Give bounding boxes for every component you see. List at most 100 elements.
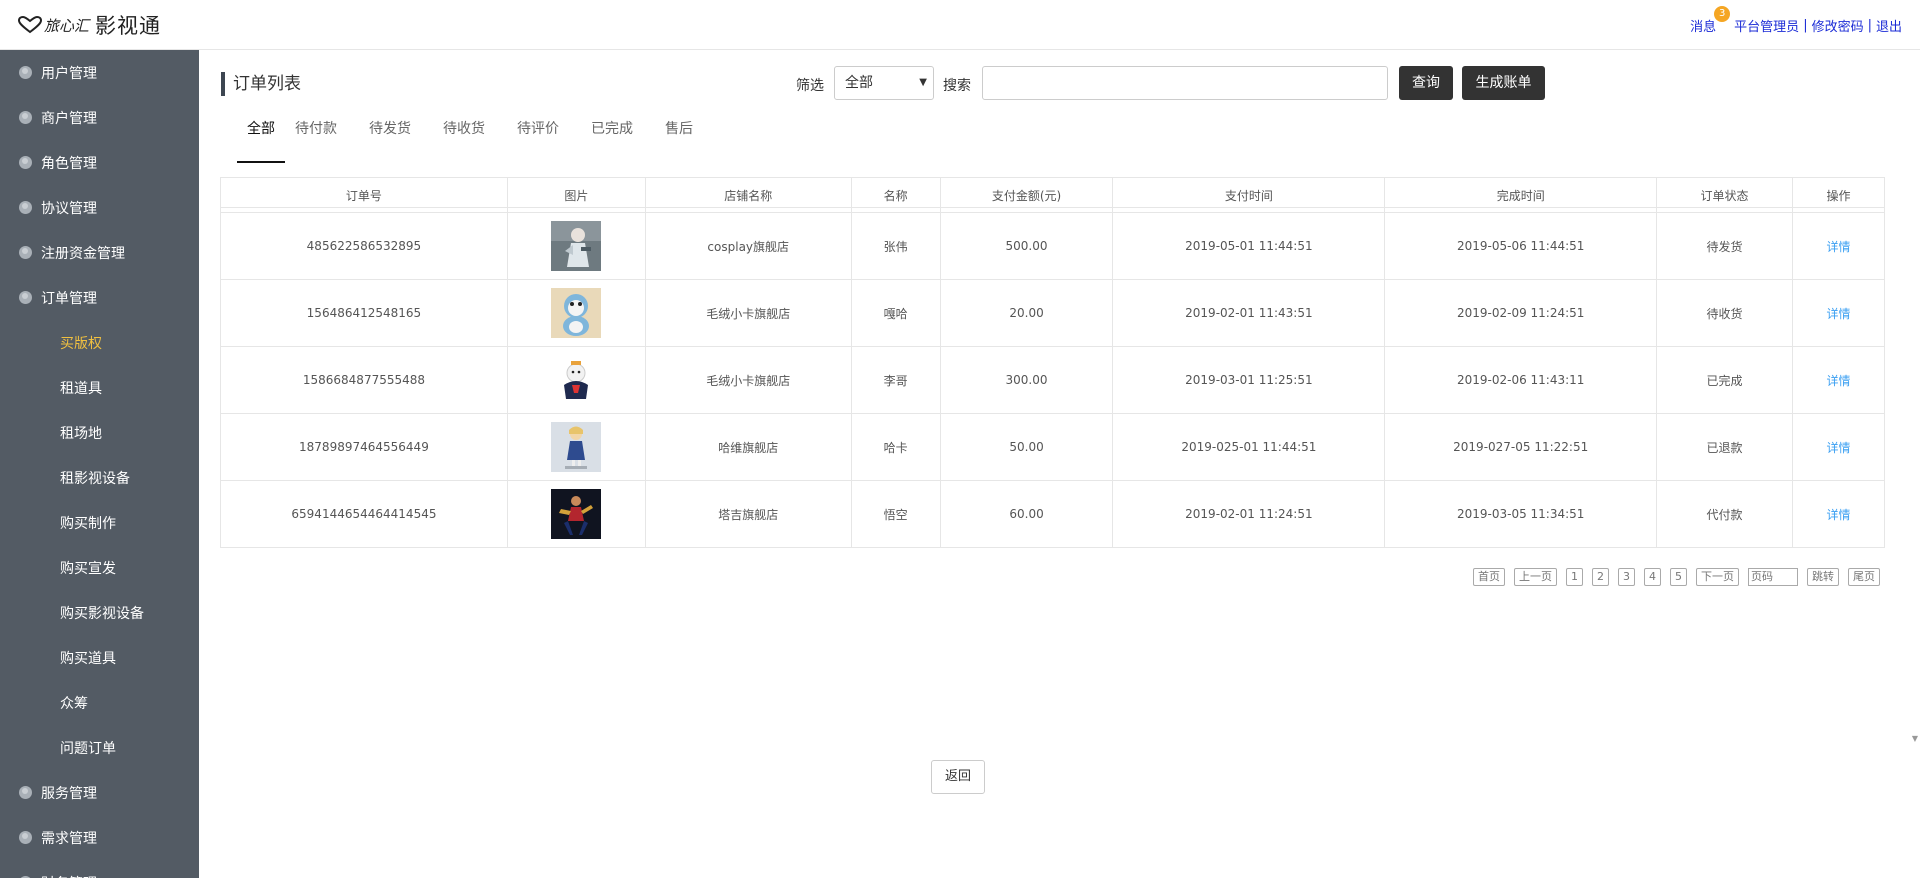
amount-cell: 20.00 xyxy=(939,279,1114,347)
sidebar-item-label: 购买道具 xyxy=(60,650,116,667)
done-time-cell: 2019-03-05 11:34:51 xyxy=(1384,480,1658,548)
logo: 旅心汇 影视通 xyxy=(18,10,161,40)
link-separator: | xyxy=(1867,18,1872,33)
page-title: 订单列表 xyxy=(221,72,301,96)
sidebar-item-label: 财务管理 xyxy=(41,873,97,878)
shop-name-cell: 毛绒小卡旗舰店 xyxy=(644,279,852,347)
page-number-input[interactable] xyxy=(1748,568,1798,586)
logo-script: 旅心汇 xyxy=(44,16,90,35)
sidebar-item[interactable]: 订单管理 xyxy=(0,275,199,320)
sidebar-item[interactable]: 服务管理 xyxy=(0,770,199,815)
search-input[interactable] xyxy=(982,66,1388,100)
pager-jump-button[interactable]: 跳转 xyxy=(1807,568,1839,586)
logout-link[interactable]: 退出 xyxy=(1876,16,1902,35)
table-row: 485622586532895 cosplay旗舰店 张伟 500.00 2019-05… xyxy=(220,212,1885,280)
shop-name-cell: 哈维旗舰店 xyxy=(644,413,852,481)
amount-cell: 60.00 xyxy=(939,480,1114,548)
sidebar-item-label: 租场地 xyxy=(60,425,102,442)
filter-select[interactable]: 全部 ▼ xyxy=(834,66,934,100)
pager-next-button[interactable]: 下一页 xyxy=(1696,568,1739,586)
status-cell: 代付款 xyxy=(1656,480,1793,548)
sidebar-item-label: 众筹 xyxy=(60,695,88,712)
detail-link[interactable]: 详情 xyxy=(1826,307,1850,321)
sidebar-item-label: 用户管理 xyxy=(41,65,97,82)
generate-bill-button[interactable]: 生成账单 xyxy=(1462,66,1545,100)
sidebar-item[interactable]: 租道具 xyxy=(0,365,199,410)
sidebar-item[interactable]: 用户管理 xyxy=(0,50,199,95)
order-number-cell: 485622586532895 xyxy=(220,212,508,280)
sidebar-item[interactable]: 租影视设备 xyxy=(0,455,199,500)
sidebar-item-label: 租道具 xyxy=(60,380,102,397)
sidebar-item[interactable]: 购买宣发 xyxy=(0,545,199,590)
link-separator: | xyxy=(1803,18,1808,33)
sidebar-item-label: 需求管理 xyxy=(41,830,97,847)
image-cell xyxy=(506,480,646,548)
sidebar-item[interactable]: 角色管理 xyxy=(0,140,199,185)
query-button[interactable]: 查询 xyxy=(1399,66,1453,100)
sidebar-item[interactable]: 买版权 xyxy=(0,320,199,365)
done-time-cell: 2019-02-06 11:43:11 xyxy=(1384,346,1658,414)
sidebar-item[interactable]: 租场地 xyxy=(0,410,199,455)
order-number-cell: 6594144654464414545 xyxy=(220,480,508,548)
product-thumbnail xyxy=(551,489,602,539)
pager-page-button[interactable]: 4 xyxy=(1644,568,1661,586)
name-cell: 张伟 xyxy=(850,212,941,280)
sidebar-item[interactable]: 需求管理 xyxy=(0,815,199,860)
tab-pending-review[interactable]: 待评价 xyxy=(517,115,559,163)
sidebar-item[interactable]: 协议管理 xyxy=(0,185,199,230)
done-time-cell: 2019-027-05 11:22:51 xyxy=(1384,413,1658,481)
orders-table: 订单号 图片 店铺名称 名称 支付金额(元) 支付时间 完成时间 订单状态 操作… xyxy=(220,177,1885,548)
globe-icon xyxy=(19,66,32,79)
admin-link[interactable]: 平台管理员 xyxy=(1734,16,1799,35)
pager-page-button[interactable]: 5 xyxy=(1670,568,1687,586)
sidebar-item-label: 购买制作 xyxy=(60,515,116,532)
messages-label[interactable]: 消息 xyxy=(1690,20,1716,35)
detail-link[interactable]: 详情 xyxy=(1826,441,1850,455)
globe-icon xyxy=(19,246,32,259)
scroll-down-arrow-icon[interactable]: ▼ xyxy=(1912,734,1918,743)
sidebar-item[interactable]: 购买道具 xyxy=(0,635,199,680)
tab-pending-shipment[interactable]: 待发货 xyxy=(369,115,411,163)
column-header: 店铺名称 xyxy=(644,177,852,213)
tab-pending-payment[interactable]: 待付款 xyxy=(295,115,337,163)
pager-last-button[interactable]: 尾页 xyxy=(1848,568,1880,586)
sidebar-item-label: 租影视设备 xyxy=(60,470,130,487)
sidebar-item[interactable]: 商户管理 xyxy=(0,95,199,140)
sidebar-item-label: 问题订单 xyxy=(60,740,116,757)
pager-first-button[interactable]: 首页 xyxy=(1473,568,1505,586)
action-cell: 详情 xyxy=(1792,212,1885,280)
shop-name-cell: cosplay旗舰店 xyxy=(644,212,852,280)
sidebar-item[interactable]: 注册资金管理 xyxy=(0,230,199,275)
tab-all[interactable]: 全部 xyxy=(237,115,285,163)
action-cell: 详情 xyxy=(1792,346,1885,414)
globe-icon xyxy=(19,156,32,169)
pager-page-button[interactable]: 2 xyxy=(1592,568,1609,586)
tab-pending-receipt[interactable]: 待收货 xyxy=(443,115,485,163)
messages-link[interactable]: 消息 3 xyxy=(1690,6,1731,35)
sidebar-item[interactable]: 购买制作 xyxy=(0,500,199,545)
sidebar-item-label: 订单管理 xyxy=(41,290,97,307)
sidebar-item[interactable]: 问题订单 xyxy=(0,725,199,770)
detail-link[interactable]: 详情 xyxy=(1826,508,1850,522)
pager-prev-button[interactable]: 上一页 xyxy=(1514,568,1557,586)
table-row: 156486412548165 毛绒小卡旗舰店 嘎哈 20.00 2019-02-01 … xyxy=(220,279,1885,347)
sidebar-item[interactable]: 购买影视设备 xyxy=(0,590,199,635)
globe-icon xyxy=(19,201,32,214)
filter-selected-value: 全部 xyxy=(845,75,873,91)
status-cell: 待发货 xyxy=(1656,212,1793,280)
name-cell: 哈卡 xyxy=(850,413,941,481)
status-cell: 已退款 xyxy=(1656,413,1793,481)
detail-link[interactable]: 详情 xyxy=(1826,374,1850,388)
sidebar-item[interactable]: 众筹 xyxy=(0,680,199,725)
back-button[interactable]: 返回 xyxy=(931,760,985,794)
sidebar-item-label: 购买影视设备 xyxy=(60,605,144,622)
name-cell: 嘎哈 xyxy=(850,279,941,347)
sidebar-item[interactable]: 财务管理 xyxy=(0,860,199,878)
tab-after-sales[interactable]: 售后 xyxy=(665,115,693,163)
detail-link[interactable]: 详情 xyxy=(1826,240,1850,254)
pager-page-button[interactable]: 3 xyxy=(1618,568,1635,586)
change-password-link[interactable]: 修改密码 xyxy=(1812,16,1864,35)
tab-completed[interactable]: 已完成 xyxy=(591,115,633,163)
pager-page-button[interactable]: 1 xyxy=(1566,568,1583,586)
sidebar-item-label: 购买宣发 xyxy=(60,560,116,577)
